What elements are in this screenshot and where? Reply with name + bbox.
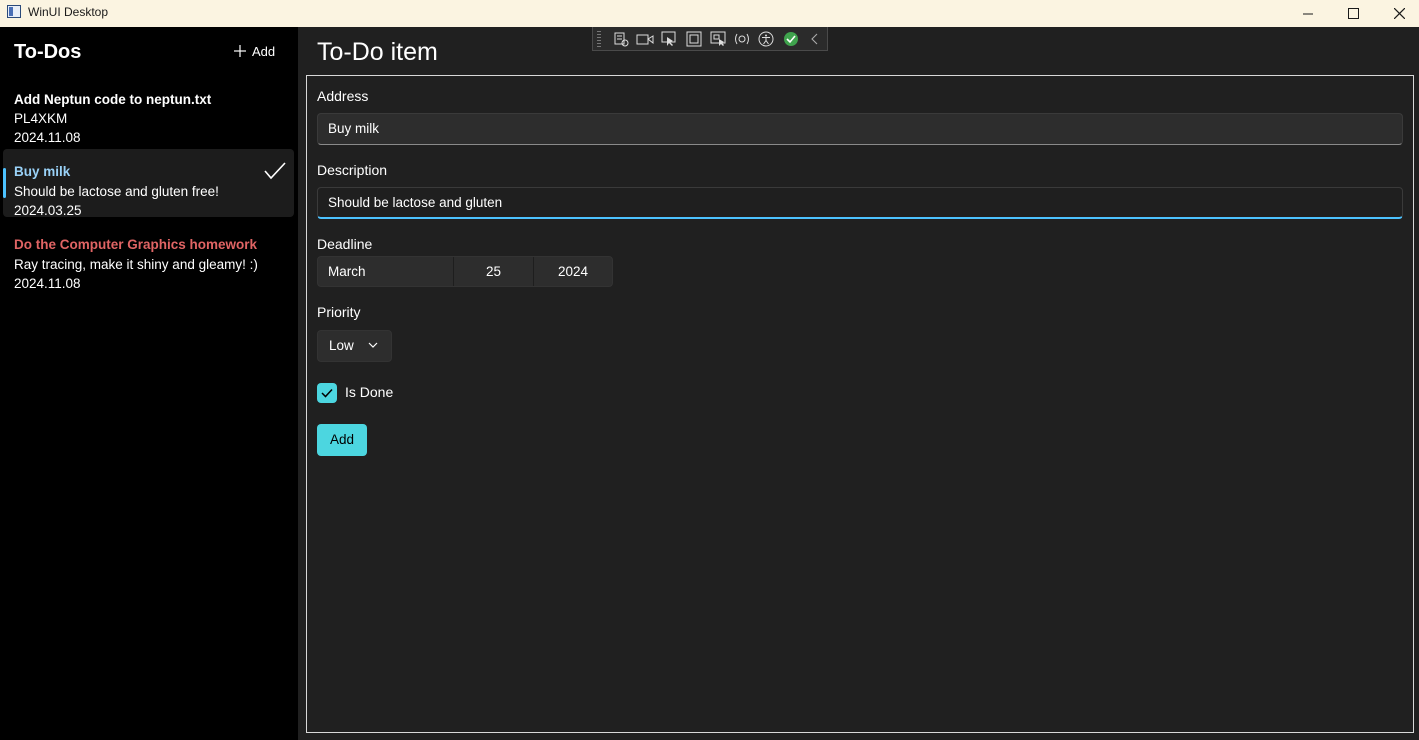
sidebar: To-Dos Add Add Neptun code to neptun.txt… — [0, 27, 298, 740]
todo-date: 2024.11.08 — [14, 130, 81, 145]
is-done-checkbox[interactable] — [317, 383, 337, 403]
priority-dropdown[interactable]: Low — [317, 330, 392, 362]
maximize-button[interactable] — [1330, 0, 1376, 27]
app-icon — [7, 5, 21, 18]
window-title: WinUI Desktop — [28, 5, 109, 19]
deadline-year[interactable]: 2024 — [534, 257, 612, 286]
priority-value: Low — [329, 338, 354, 353]
plus-icon — [234, 45, 246, 57]
binding-failures-icon[interactable] — [730, 28, 754, 50]
chevron-down-icon — [368, 342, 378, 348]
page-title: To-Do item — [317, 38, 438, 66]
toolbar-grip[interactable] — [597, 30, 601, 47]
hot-reload-ok-icon[interactable] — [778, 28, 802, 50]
select-element-icon[interactable] — [657, 28, 681, 50]
debug-toolbar — [592, 27, 828, 51]
minimize-icon — [1303, 13, 1313, 14]
maximize-icon — [1347, 8, 1359, 19]
track-focus-icon[interactable] — [706, 28, 730, 50]
todo-title: Buy milk — [14, 164, 71, 179]
accessibility-icon[interactable] — [754, 28, 778, 50]
deadline-day[interactable]: 25 — [454, 257, 534, 286]
todo-title: Add Neptun code to neptun.txt — [14, 92, 212, 107]
todo-date: 2024.11.08 — [14, 276, 81, 291]
deadline-label: Deadline — [317, 236, 373, 252]
todo-form-panel — [306, 75, 1414, 733]
deadline-date-picker[interactable]: March 25 2024 — [317, 256, 613, 287]
description-label: Description — [317, 162, 388, 178]
record-icon[interactable] — [633, 28, 657, 50]
is-done-label[interactable]: Is Done — [345, 384, 393, 400]
selection-indicator — [3, 168, 6, 198]
deadline-month[interactable]: March — [318, 257, 454, 286]
title-bar: WinUI Desktop — [0, 0, 1419, 27]
add-button[interactable]: Add — [317, 424, 367, 456]
add-todo-button[interactable]: Add — [227, 37, 289, 65]
todo-description: PL4XKM — [14, 111, 68, 126]
address-input[interactable]: Buy milk — [317, 113, 1403, 145]
todo-description: Ray tracing, make it shiny and gleamy! :… — [14, 257, 258, 272]
todo-item-buy-milk[interactable]: Buy milk Should be lactose and gluten fr… — [3, 149, 294, 218]
minimize-button[interactable] — [1285, 0, 1331, 27]
display-layout-icon[interactable] — [681, 28, 705, 50]
priority-label: Priority — [317, 304, 361, 320]
todo-description: Should be lactose and gluten free! — [14, 184, 219, 199]
checkmark-icon — [321, 388, 333, 398]
todo-item-neptun[interactable]: Add Neptun code to neptun.txt PL4XKM 202… — [3, 77, 294, 145]
todo-title: Do the Computer Graphics homework — [14, 237, 258, 252]
address-label: Address — [317, 88, 369, 104]
sidebar-title: To-Dos — [14, 41, 82, 63]
close-icon — [1393, 8, 1405, 19]
todo-item-graphics-homework[interactable]: Do the Computer Graphics homework Ray tr… — [3, 223, 294, 291]
add-todo-label: Add — [252, 43, 276, 59]
collapse-icon[interactable] — [803, 28, 827, 50]
live-visual-tree-icon[interactable] — [609, 28, 633, 50]
close-button[interactable] — [1376, 0, 1419, 27]
description-input[interactable]: Should be lactose and gluten — [317, 187, 1403, 219]
done-check-icon — [264, 162, 286, 180]
todo-date: 2024.03.25 — [14, 203, 82, 218]
